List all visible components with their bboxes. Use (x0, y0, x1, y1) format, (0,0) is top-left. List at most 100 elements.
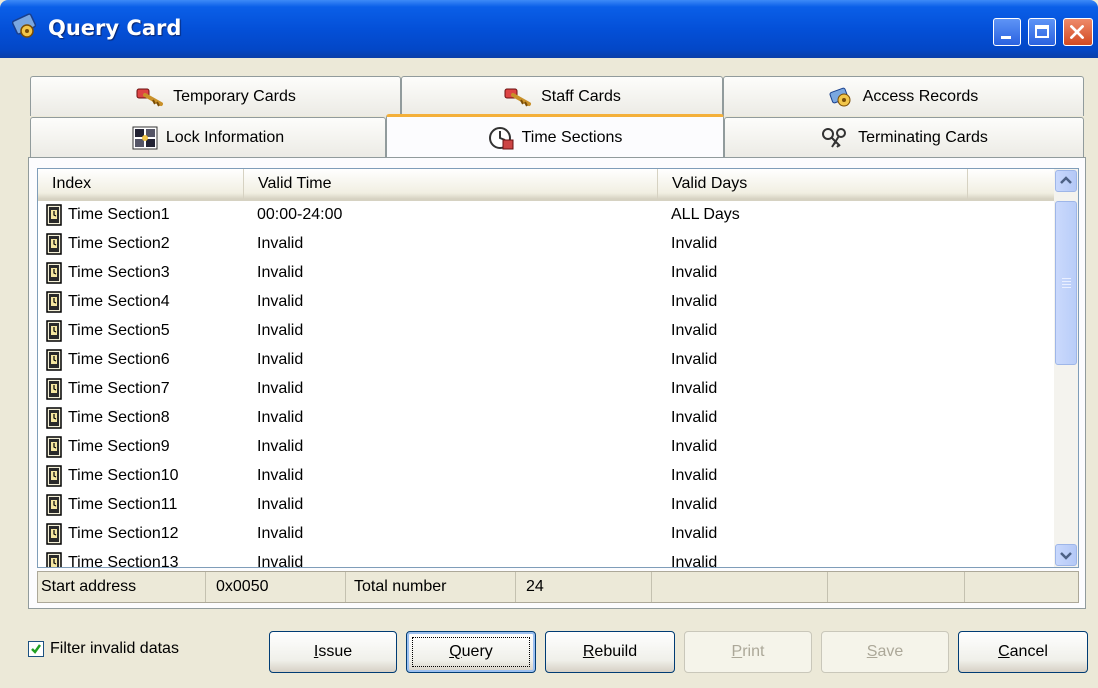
tab-lock-information[interactable]: Lock Information (30, 117, 386, 157)
tab-access-records[interactable]: Access Records (723, 76, 1084, 116)
list-row[interactable]: Time Section2 Invalid Invalid (38, 230, 1055, 259)
row-valid-time: Invalid (257, 496, 304, 513)
row-valid-time: Invalid (257, 467, 304, 484)
terminate-key-icon (822, 127, 847, 148)
filter-label: Filter invalid datas (50, 640, 179, 657)
row-index-label: Time Section6 (68, 351, 170, 368)
rebuild-button[interactable]: Rebuild (545, 631, 675, 673)
list-row[interactable]: Time Section5 Invalid Invalid (38, 317, 1055, 346)
time-sections-list[interactable]: Index Valid Time Valid Days Time Section… (37, 168, 1079, 568)
list-row[interactable]: Time Section10 Invalid Invalid (38, 462, 1055, 491)
scroll-up-button[interactable] (1055, 170, 1077, 192)
list-row[interactable]: Time Section11 Invalid Invalid (38, 491, 1055, 520)
tab-terminating-cards[interactable]: Terminating Cards (724, 117, 1084, 157)
list-row[interactable]: Time Section6 Invalid Invalid (38, 346, 1055, 375)
list-row[interactable]: Time Section12 Invalid Invalid (38, 520, 1055, 549)
tab-label: Lock Information (165, 128, 285, 146)
clock-card-icon (46, 233, 62, 255)
row-valid-days: Invalid (671, 351, 718, 368)
row-index-cell: Time Section2 (46, 233, 170, 255)
row-valid-days: ALL Days (671, 206, 740, 223)
tab-temporary-cards[interactable]: Temporary Cards (30, 76, 401, 116)
status-bar: Start address 0x0050 Total number 24 (37, 571, 1079, 603)
row-valid-time: Invalid (257, 525, 304, 542)
status-cell-empty (828, 572, 965, 602)
close-button[interactable] (1063, 18, 1093, 46)
list-row[interactable]: Time Section7 Invalid Invalid (38, 375, 1055, 404)
row-valid-time: 00:00-24:00 (257, 206, 343, 223)
clock-icon (488, 126, 514, 149)
row-index-cell: Time Section4 (46, 291, 170, 313)
list-row[interactable]: Time Section9 Invalid Invalid (38, 433, 1055, 462)
start-address-value: 0x0050 (206, 572, 346, 602)
clock-card-icon (46, 494, 62, 516)
row-valid-days: Invalid (671, 467, 718, 484)
list-row[interactable]: Time Section3 Invalid Invalid (38, 259, 1055, 288)
list-row[interactable]: Time Section4 Invalid Invalid (38, 288, 1055, 317)
maximize-button[interactable] (1028, 18, 1056, 46)
minimize-button[interactable] (993, 18, 1021, 46)
row-index-label: Time Section1 (68, 206, 170, 223)
row-valid-time: Invalid (257, 554, 304, 568)
tab-label: Temporary Cards (173, 87, 296, 105)
row-index-label: Time Section5 (68, 322, 170, 339)
list-row[interactable]: Time Section13 Invalid Invalid (38, 549, 1055, 568)
list-row[interactable]: Time Section8 Invalid Invalid (38, 404, 1055, 433)
tab-label: Terminating Cards (858, 128, 988, 146)
row-index-label: Time Section11 (68, 496, 178, 513)
row-index-cell: Time Section13 (46, 552, 179, 568)
title-bar[interactable]: Query Card (0, 0, 1098, 58)
status-cell-empty (965, 572, 1078, 602)
column-header-index[interactable]: Index (38, 169, 244, 199)
column-header-valid-days[interactable]: Valid Days (658, 169, 968, 199)
row-valid-time: Invalid (257, 438, 304, 455)
row-index-cell: Time Section11 (46, 494, 177, 516)
row-valid-days: Invalid (671, 235, 718, 252)
clock-card-icon (46, 523, 62, 545)
key-card-icon (829, 87, 851, 106)
lock-info-icon (132, 126, 158, 149)
print-button[interactable]: Print (684, 631, 812, 673)
scroll-thumb[interactable] (1055, 201, 1077, 365)
chevron-up-icon (1060, 176, 1072, 184)
row-index-cell: Time Section8 (46, 407, 170, 429)
query-button[interactable]: Query (406, 631, 536, 673)
row-valid-time: Invalid (257, 322, 304, 339)
row-index-label: Time Section10 (68, 467, 179, 484)
column-header-empty (968, 169, 1055, 199)
clock-card-icon (46, 349, 62, 371)
row-valid-time: Invalid (257, 235, 304, 252)
issue-button[interactable]: Issue (269, 631, 397, 673)
row-valid-days: Invalid (671, 525, 718, 542)
scroll-down-button[interactable] (1055, 544, 1077, 566)
total-number-value: 24 (516, 572, 652, 602)
clock-card-icon (46, 320, 62, 342)
column-header-valid-time[interactable]: Valid Time (244, 169, 658, 199)
tab-label: Staff Cards (541, 87, 621, 105)
tab-staff-cards[interactable]: Staff Cards (401, 76, 723, 116)
row-valid-days: Invalid (671, 438, 718, 455)
clock-card-icon (46, 204, 62, 226)
filter-invalid-checkbox[interactable]: Filter invalid datas (28, 640, 179, 658)
clock-card-icon (46, 378, 62, 400)
vertical-scrollbar[interactable] (1054, 169, 1078, 567)
row-index-label: Time Section7 (68, 380, 170, 397)
row-valid-days: Invalid (671, 496, 718, 513)
row-valid-days: Invalid (671, 554, 718, 568)
save-button[interactable]: Save (821, 631, 949, 673)
chevron-down-icon (1060, 552, 1072, 560)
list-row[interactable]: Time Section1 00:00-24:00 ALL Days (38, 201, 1055, 230)
tab-time-sections[interactable]: Time Sections (386, 114, 724, 158)
close-icon (1070, 25, 1084, 39)
cancel-button[interactable]: Cancel (958, 631, 1088, 673)
row-valid-time: Invalid (257, 351, 304, 368)
row-index-cell: Time Section3 (46, 262, 170, 284)
clock-card-icon (46, 291, 62, 313)
row-index-label: Time Section13 (68, 554, 179, 568)
row-valid-days: Invalid (671, 409, 718, 426)
row-valid-time: Invalid (257, 293, 304, 310)
clock-card-icon (46, 262, 62, 284)
row-index-cell: Time Section7 (46, 378, 170, 400)
clock-card-icon (46, 552, 62, 567)
checkbox-box[interactable] (28, 641, 44, 657)
